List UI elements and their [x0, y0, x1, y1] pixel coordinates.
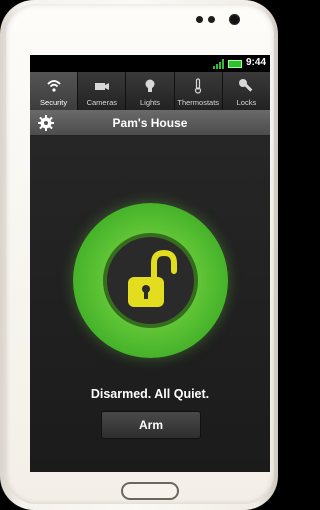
battery-icon	[228, 60, 242, 68]
key-icon	[239, 79, 253, 92]
tab-label: Locks	[236, 98, 257, 107]
signal-icon	[213, 59, 224, 69]
unlocked-padlock-icon	[128, 249, 177, 307]
speaker-grille	[196, 16, 216, 23]
clock: 9:44	[246, 57, 267, 68]
tab-locks[interactable]: Locks	[223, 72, 270, 110]
tab-lights[interactable]: Lights	[126, 72, 175, 110]
security-status-indicator[interactable]	[73, 203, 228, 358]
page-title: Pam's House	[112, 116, 188, 130]
status-ring	[107, 237, 194, 324]
lightbulb-icon	[145, 79, 155, 92]
title-bar: Pam's House	[30, 110, 270, 136]
status-bar: 9:44	[30, 55, 270, 72]
security-status-text: Disarmed. All Quiet.	[90, 387, 210, 401]
tab-cameras[interactable]: Cameras	[78, 72, 127, 110]
phone-body: 9:44 Security Cameras Lights Thermostats…	[0, 0, 278, 510]
tab-bar: Security Cameras Lights Thermostats Lock…	[30, 72, 270, 110]
home-button[interactable]	[121, 482, 179, 500]
tab-security[interactable]: Security	[30, 72, 79, 110]
camera-icon	[94, 83, 109, 90]
arm-button[interactable]: Arm	[101, 411, 201, 439]
tab-label: Thermostats	[177, 98, 220, 107]
tab-label: Lights	[140, 98, 161, 107]
app-screen: 9:44 Security Cameras Lights Thermostats…	[30, 55, 270, 472]
front-camera	[229, 14, 240, 25]
tab-thermostats[interactable]: Thermostats	[175, 72, 223, 110]
security-panel: Disarmed. All Quiet. Arm	[30, 136, 270, 472]
thermometer-icon	[195, 78, 202, 94]
tab-label: Security	[40, 98, 68, 107]
tab-label: Cameras	[86, 98, 118, 107]
wifi-icon	[46, 80, 61, 92]
